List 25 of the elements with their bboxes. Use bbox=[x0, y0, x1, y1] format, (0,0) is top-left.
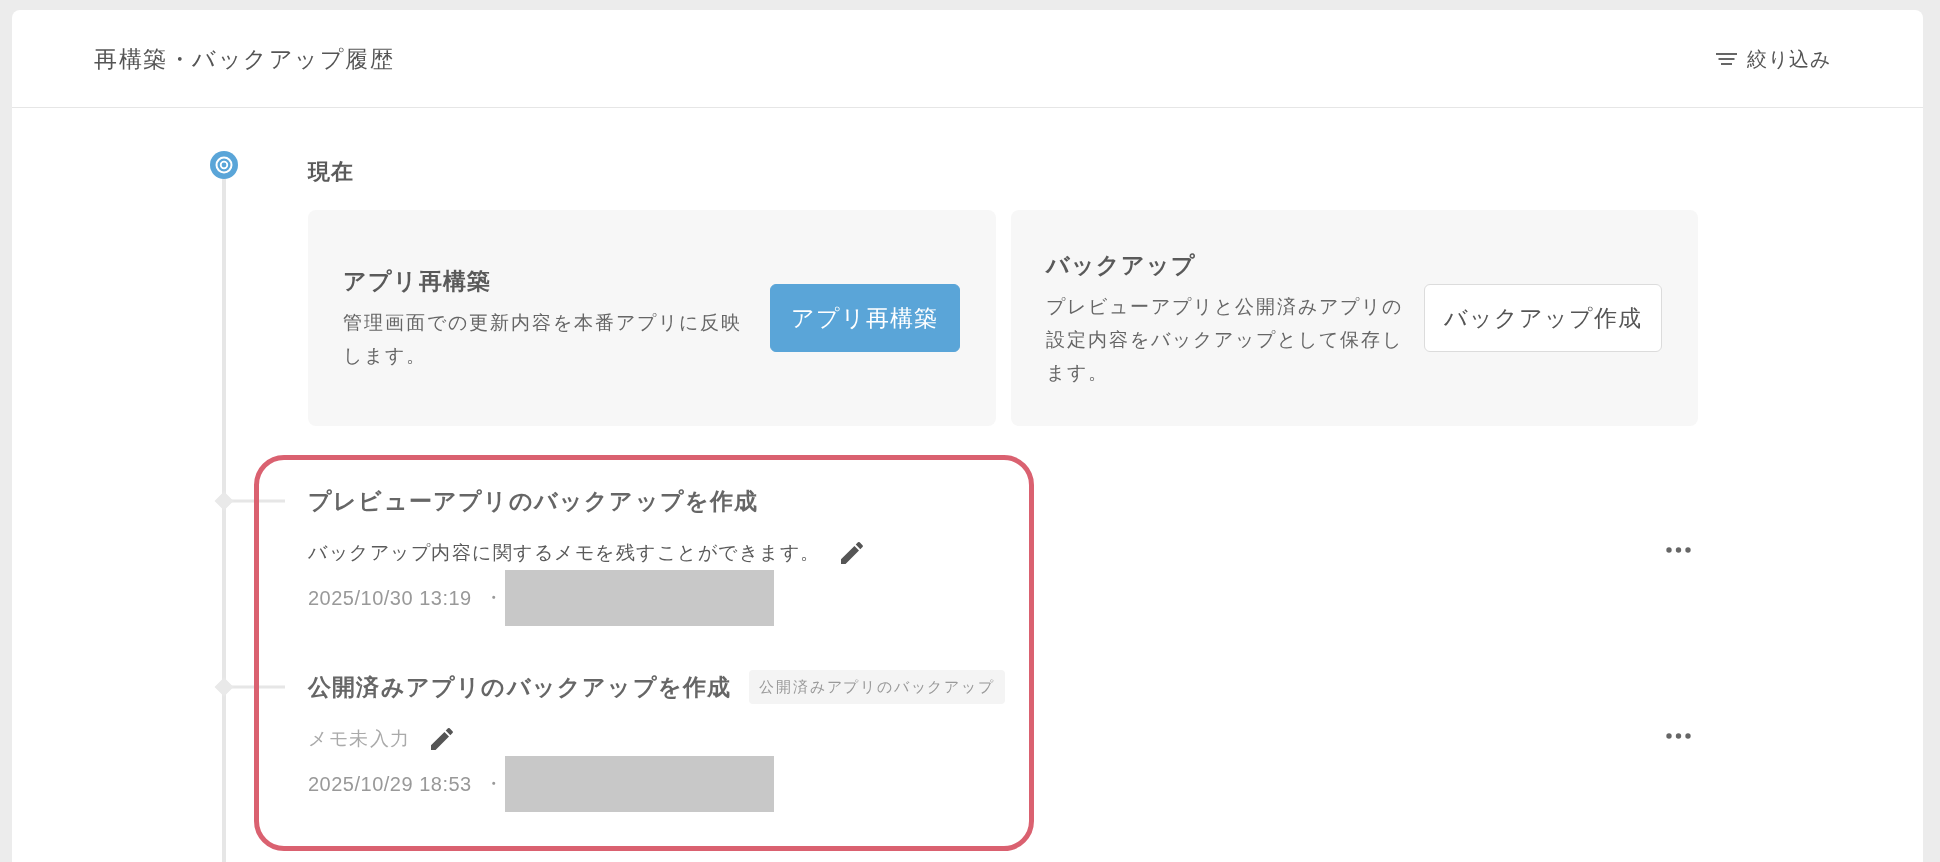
memo-text: メモ未入力 bbox=[308, 727, 411, 751]
ellipsis-icon bbox=[1665, 547, 1691, 553]
current-label: 現在 bbox=[308, 158, 355, 186]
edit-memo-button[interactable] bbox=[430, 728, 453, 750]
target-circle-icon bbox=[210, 151, 238, 179]
entry-title: 公開済みアプリのバックアップを作成 bbox=[308, 673, 732, 702]
card-description: 管理画面での更新内容を本番アプリに反映します。 bbox=[343, 311, 743, 368]
ellipsis-icon bbox=[1665, 733, 1691, 739]
entry-title: プレビューアプリのバックアップを作成 bbox=[308, 487, 759, 516]
filter-button[interactable]: 絞り込み bbox=[1716, 43, 1831, 74]
pencil-icon bbox=[430, 728, 453, 750]
filter-icon bbox=[1716, 52, 1737, 65]
date-text: 2025/10/29 18:53 bbox=[308, 772, 472, 796]
pencil-icon bbox=[840, 542, 863, 564]
card-title: アプリ再構築 bbox=[343, 267, 493, 296]
page-title: 再構築・バックアップ履歴 bbox=[94, 44, 394, 74]
card-title: バックアップ bbox=[1045, 250, 1198, 280]
action-button[interactable]: バックアップ作成 bbox=[1424, 284, 1662, 352]
edit-memo-button[interactable] bbox=[840, 542, 863, 564]
separator: ・ bbox=[483, 586, 503, 610]
memo-text: バックアップ内容に関するメモを残すことができます。 bbox=[308, 541, 821, 565]
card-description: プレビューアプリと公開済みアプリの設定内容をバックアップとして保存します。 bbox=[1045, 294, 1404, 385]
separator: ・ bbox=[483, 772, 503, 796]
date-text: 2025/10/30 13:19 bbox=[308, 586, 472, 610]
category-tag: 公開済みアプリのバックアップ bbox=[749, 670, 1005, 704]
